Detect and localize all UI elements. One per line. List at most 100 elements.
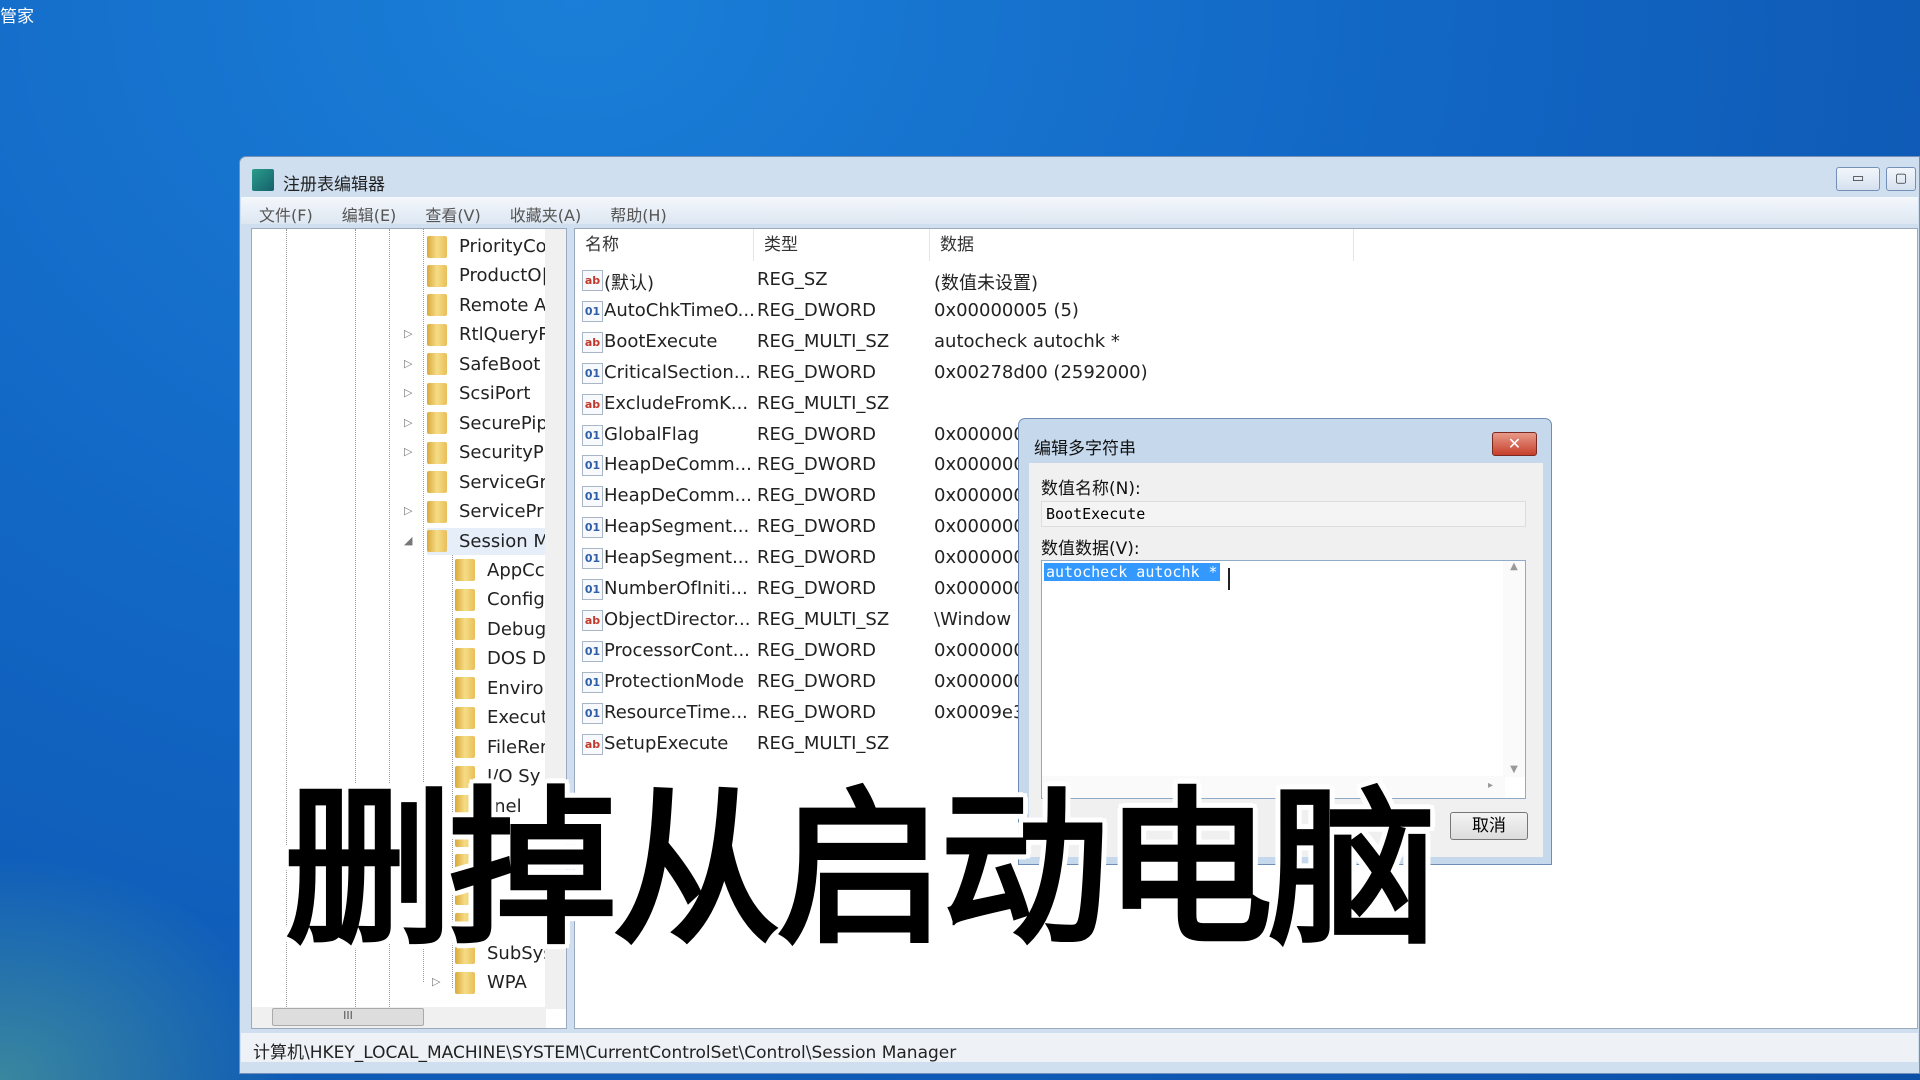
tree-item[interactable]: AppCc [455,557,545,584]
value-name: ExcludeFromK... [604,392,749,414]
value-name: BootExecute [604,330,718,352]
value-name: ResourceTime... [604,701,748,723]
binary-value-icon: 01 [582,455,603,477]
column-header-type[interactable]: 类型 [754,229,930,261]
expander-icon[interactable]: ▷ [404,445,412,458]
expander-icon[interactable]: ◢ [404,534,412,547]
tree-item[interactable]: Config [455,586,545,613]
list-row[interactable]: ab (默认) REG_SZ (数值未设置) [575,266,1915,295]
folder-icon [427,353,447,376]
value-data: 0x000000 [934,423,1025,445]
menu-item-2[interactable]: 查看(V) [407,197,491,225]
tree-item[interactable]: Session M [427,527,549,555]
selected-text[interactable]: autocheck autochk * [1044,563,1220,581]
menu-item-1[interactable]: 编辑(E) [324,197,408,225]
folder-icon [455,706,475,729]
string-value-icon: ab [582,270,603,291]
tree-item[interactable]: ServicePr [427,498,543,525]
value-data: 0x000000 [934,516,1025,538]
folder-icon [427,500,447,523]
value-data: 0x00278d00 (2592000) [934,361,1148,383]
value-data: 0x00000005 (5) [934,299,1079,321]
value-name: ProtectionMode [604,670,745,692]
tree-item[interactable]: Enviro [455,675,543,702]
tree-horizontal-scrollbar[interactable]: III [252,1007,546,1028]
status-bar-path: 计算机\HKEY_LOCAL_MACHINE\SYSTEM\CurrentCon… [241,1033,1918,1063]
menu-item-3[interactable]: 收藏夹(A) [492,197,592,225]
textarea-vertical-scrollbar[interactable]: ▲ ▼ [1503,561,1525,777]
cancel-button[interactable]: 取消 [1450,812,1528,840]
tree-item[interactable]: SecurityPr [427,439,551,466]
binary-value-icon: 01 [582,579,603,600]
expander-icon[interactable]: ▷ [404,327,412,340]
close-button[interactable]: ✕ [1492,432,1537,456]
tree-item-label: ScsiPort [459,383,531,405]
folder-icon [427,235,447,258]
window-title: 注册表编辑器 [283,175,385,195]
folder-icon [427,471,447,494]
maximize-button[interactable]: ▢ [1886,167,1916,191]
folder-icon [427,382,447,405]
tree-item[interactable]: FileRer [455,734,547,761]
value-data-textarea[interactable]: autocheck autochk * ▲ ▼ ◂ ▸ [1041,560,1526,799]
expander-icon[interactable]: ▷ [432,975,440,988]
string-value-icon: ab [582,609,603,631]
binary-value-icon: 01 [582,300,603,322]
folder-icon [455,971,475,994]
value-name: GlobalFlag [604,423,700,445]
tree-item[interactable]: Remote A [427,292,547,319]
value-name: ProcessorCont... [604,639,750,661]
tree-item[interactable]: Execut [455,704,548,731]
folder-icon [427,264,447,287]
value-name-field[interactable]: BootExecute [1041,501,1526,527]
tree-item[interactable]: WPA [455,969,527,996]
folder-icon [455,588,475,611]
value-type: REG_DWORD [757,701,877,723]
value-type: REG_DWORD [757,578,877,599]
expander-icon[interactable]: ▷ [404,386,412,399]
column-header-name[interactable]: 名称 [575,229,754,261]
value-name: AutoChkTimeO... [604,299,755,321]
menu-item-0[interactable]: 文件(F) [241,197,324,225]
minimize-button[interactable]: ▭ [1836,167,1880,191]
tree-item[interactable]: Debug [455,616,546,643]
value-data-label: 数值数据(V): [1041,539,1140,559]
tree-item-label: Config [487,589,545,611]
column-header-data[interactable]: 数据 [930,229,1354,261]
tree-item[interactable]: ScsiPort [427,380,530,407]
tree-item[interactable]: RtlQueryR [427,321,551,348]
text-cursor-icon [1228,568,1236,590]
list-row[interactable]: 01 CriticalSection... REG_DWORD 0x00278d00 … [575,359,1915,388]
tree-item[interactable]: DOS D [455,645,546,672]
expander-icon[interactable]: ▷ [404,416,412,429]
expander-icon[interactable]: ▷ [404,357,412,370]
string-value-icon: ab [582,733,603,755]
menu-item-4[interactable]: 帮助(H) [592,197,678,225]
list-row[interactable]: ab BootExecute REG_MULTI_SZ autocheck autoc… [575,328,1915,357]
tree-item[interactable]: ProductO| [427,262,548,289]
value-data: (数值未设置) [934,273,1039,294]
tree-item[interactable]: ServiceGr [427,469,547,496]
tree-item[interactable]: PriorityCo [427,233,547,260]
value-type: REG_MULTI_SZ [757,732,890,754]
folder-icon [455,677,475,700]
value-type: REG_DWORD [757,361,877,383]
folder-icon [455,618,475,641]
string-value-icon: ab [582,331,603,353]
binary-value-icon: 01 [582,486,603,508]
value-type: REG_DWORD [757,670,877,692]
tree-item[interactable]: SafeBoot [427,351,540,378]
list-row[interactable]: ab ExcludeFromK... REG_MULTI_SZ [575,390,1915,419]
value-type: REG_MULTI_SZ [757,392,890,414]
value-data: 0x0009e3 [934,701,1025,723]
scroll-grip[interactable]: III [272,1008,424,1026]
value-name: CriticalSection... [604,361,751,383]
folder-icon [427,530,447,552]
tree-item[interactable]: SecurePip [427,410,548,437]
list-row[interactable]: 01 AutoChkTimeO... REG_DWORD 0x00000005 (5) [575,297,1915,326]
tree-item-label: ProductO| [459,265,548,287]
value-name: NumberOfIniti... [604,578,748,599]
value-name: HeapSegment... [604,516,750,538]
value-type: REG_DWORD [757,485,877,507]
expander-icon[interactable]: ▷ [404,504,412,517]
